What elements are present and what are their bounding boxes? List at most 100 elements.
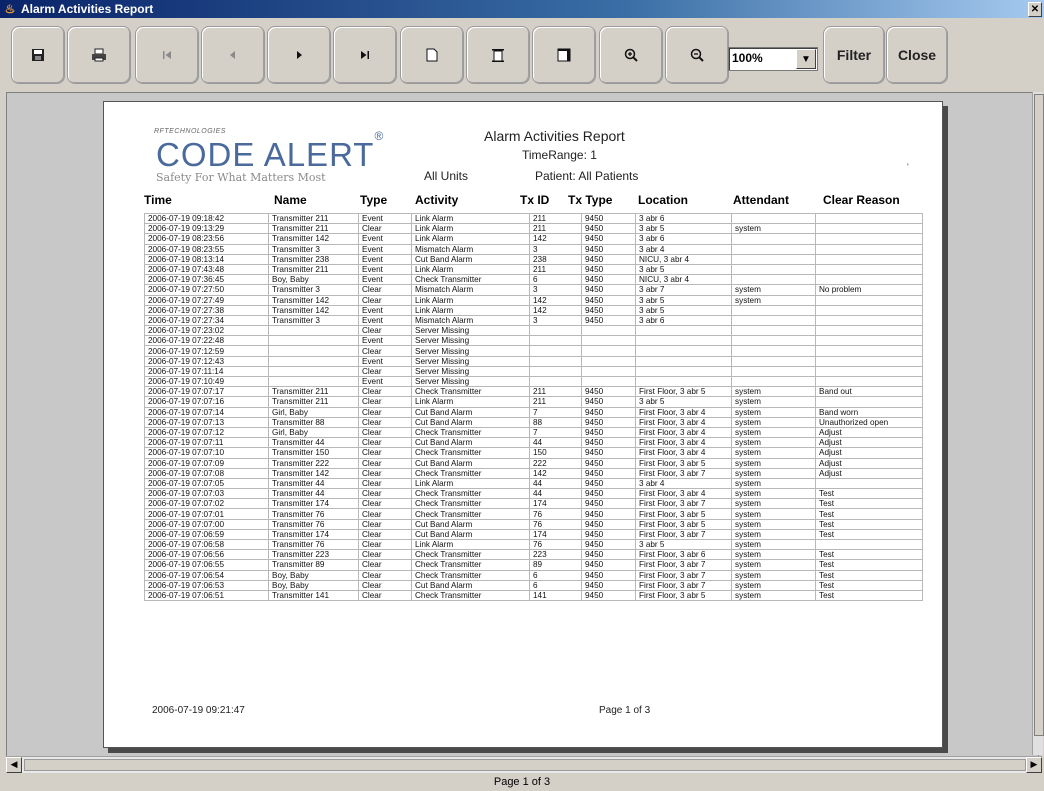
cell-attendant: system bbox=[731, 447, 816, 459]
table-row: 2006-07-19 07:07:01 Transmitter 76 Clear Ch… bbox=[144, 508, 923, 520]
zoom-select[interactable]: 100% ▼ bbox=[728, 47, 818, 71]
cell-clear-reason bbox=[815, 223, 923, 235]
cell-clear-reason: Test bbox=[815, 508, 923, 520]
cell-activity: Check Transmitter bbox=[411, 274, 530, 286]
scroll-right-icon[interactable]: ▶ bbox=[1026, 757, 1042, 773]
logo-tagline: Safety For What Matters Most bbox=[156, 171, 326, 184]
cell-attendant bbox=[731, 314, 816, 327]
filter-button[interactable]: Filter bbox=[823, 26, 885, 84]
cell-time: 2006-07-19 07:27:34 bbox=[144, 314, 269, 327]
table-row: 2006-07-19 07:07:02 Transmitter 174 Clear C… bbox=[144, 498, 923, 510]
cell-activity: Link Alarm bbox=[411, 233, 530, 245]
cell-tx-type: 9450 bbox=[581, 406, 636, 418]
horizontal-scroll-thumb[interactable] bbox=[24, 759, 1026, 771]
window-close-icon[interactable]: ✕ bbox=[1028, 2, 1042, 17]
cell-attendant bbox=[731, 233, 816, 245]
fit-page-button[interactable] bbox=[466, 26, 530, 84]
cell-name: Boy, Baby bbox=[268, 569, 359, 581]
table-row: 2006-07-19 07:27:38 Transmitter 142 Event L… bbox=[144, 304, 923, 316]
cell-tx-type: 9450 bbox=[581, 263, 636, 276]
cell-name bbox=[268, 365, 359, 378]
cell-name: Transmitter 89 bbox=[268, 559, 359, 571]
cell-location: First Floor, 3 abr 5 bbox=[635, 508, 732, 520]
cell-type: Event bbox=[358, 314, 412, 327]
cell-clear-reason bbox=[815, 274, 923, 286]
cell-name: Transmitter 223 bbox=[268, 549, 359, 561]
cell-type: Clear bbox=[358, 559, 412, 571]
next-page-icon bbox=[297, 51, 302, 59]
last-page-button[interactable] bbox=[333, 26, 397, 84]
cell-clear-reason bbox=[815, 325, 923, 337]
cell-time: 2006-07-19 07:07:12 bbox=[144, 426, 269, 439]
cell-name bbox=[268, 375, 359, 388]
zoom-out-button[interactable] bbox=[665, 26, 729, 84]
cell-location bbox=[635, 365, 732, 378]
cell-tx-id: 211 bbox=[529, 396, 582, 408]
cell-activity: Mismatch Alarm bbox=[411, 314, 530, 327]
actual-size-button[interactable] bbox=[400, 26, 464, 84]
vertical-scroll-thumb[interactable] bbox=[1034, 94, 1044, 736]
cell-clear-reason: Adjust bbox=[815, 447, 923, 459]
cell-name: Transmitter 142 bbox=[268, 304, 359, 316]
dropdown-arrow-icon[interactable]: ▼ bbox=[796, 49, 816, 69]
cell-tx-id: 223 bbox=[529, 549, 582, 561]
cell-tx-id: 7 bbox=[529, 406, 582, 418]
cell-time: 2006-07-19 09:13:29 bbox=[144, 223, 269, 235]
cell-time: 2006-07-19 07:43:48 bbox=[144, 263, 269, 276]
cell-clear-reason: Adjust bbox=[815, 457, 923, 469]
table-row: 2006-07-19 07:07:09 Transmitter 222 Clear C… bbox=[144, 457, 923, 469]
cell-attendant bbox=[731, 365, 816, 378]
cell-time: 2006-07-19 07:12:59 bbox=[144, 345, 269, 357]
cell-clear-reason: Test bbox=[815, 589, 923, 602]
cell-name: Girl, Baby bbox=[268, 426, 359, 439]
cell-tx-type: 9450 bbox=[581, 477, 636, 490]
cell-time: 2006-07-19 07:07:14 bbox=[144, 406, 269, 418]
cell-time: 2006-07-19 07:07:03 bbox=[144, 488, 269, 500]
cell-activity: Link Alarm bbox=[411, 538, 530, 551]
zoom-in-button[interactable] bbox=[599, 26, 663, 84]
cell-attendant bbox=[731, 263, 816, 276]
cell-name: Transmitter 88 bbox=[268, 416, 359, 428]
cell-tx-type bbox=[581, 375, 636, 388]
table-row: 2006-07-19 07:07:13 Transmitter 88 Clear Cu… bbox=[144, 416, 923, 428]
cell-clear-reason bbox=[815, 396, 923, 408]
cell-name: Transmitter 150 bbox=[268, 447, 359, 459]
cell-clear-reason: Test bbox=[815, 488, 923, 500]
fit-width-button[interactable] bbox=[532, 26, 596, 84]
cell-location: First Floor, 3 abr 5 bbox=[635, 386, 732, 398]
zoom-in-icon bbox=[624, 48, 638, 62]
report-time-range: TimeRange: 1 bbox=[522, 148, 597, 162]
window-title: Alarm Activities Report bbox=[21, 2, 154, 16]
cell-clear-reason: Test bbox=[815, 559, 923, 571]
horizontal-scrollbar[interactable]: ◀ ▶ bbox=[6, 756, 1042, 773]
cell-location: First Floor, 3 abr 7 bbox=[635, 579, 732, 591]
next-page-button[interactable] bbox=[267, 26, 331, 84]
cell-location bbox=[635, 375, 732, 388]
table-row: 2006-07-19 07:07:11 Transmitter 44 Clear Cu… bbox=[144, 437, 923, 449]
first-page-button[interactable] bbox=[135, 26, 199, 84]
print-button[interactable] bbox=[67, 26, 131, 84]
table-row: 2006-07-19 07:06:53 Boy, Baby Clear Cut Ban… bbox=[144, 579, 923, 591]
cell-activity: Link Alarm bbox=[411, 263, 530, 276]
cell-activity: Check Transmitter bbox=[411, 447, 530, 459]
cell-tx-type: 9450 bbox=[581, 212, 636, 225]
save-button[interactable] bbox=[11, 26, 65, 84]
table-row: 2006-07-19 07:43:48 Transmitter 211 Event L… bbox=[144, 263, 923, 276]
cell-tx-id: 222 bbox=[529, 457, 582, 469]
scroll-left-icon[interactable]: ◀ bbox=[6, 757, 22, 773]
cell-clear-reason bbox=[815, 233, 923, 245]
cell-clear-reason: Band out bbox=[815, 386, 923, 398]
column-header-tx-id: Tx ID bbox=[520, 193, 550, 207]
vertical-scrollbar[interactable] bbox=[1032, 92, 1044, 755]
cell-location: First Floor, 3 abr 7 bbox=[635, 559, 732, 571]
cell-activity: Check Transmitter bbox=[411, 508, 530, 520]
close-button[interactable]: Close bbox=[886, 26, 948, 84]
cell-time: 2006-07-19 07:07:08 bbox=[144, 467, 269, 479]
previous-page-button[interactable] bbox=[201, 26, 265, 84]
cell-location: NICU, 3 abr 4 bbox=[635, 253, 732, 265]
cell-activity: Mismatch Alarm bbox=[411, 243, 530, 255]
cell-name: Transmitter 44 bbox=[268, 488, 359, 500]
table-row: 2006-07-19 07:07:12 Girl, Baby Clear Check … bbox=[144, 426, 923, 439]
cell-clear-reason bbox=[815, 243, 923, 255]
report-mark: ' bbox=[907, 162, 909, 172]
